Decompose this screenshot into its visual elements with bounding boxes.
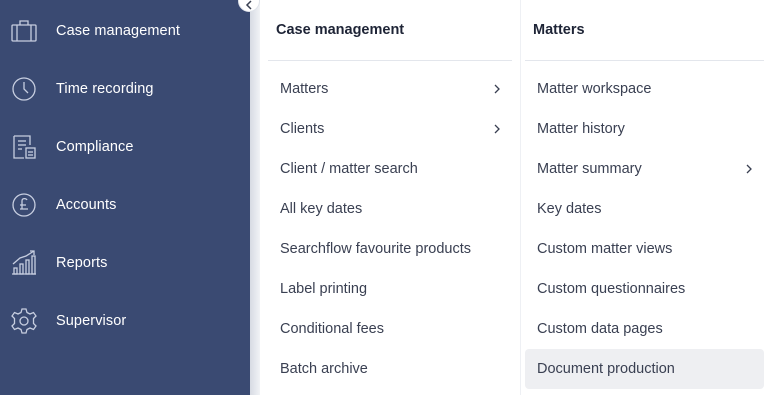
menu-item-label: Matters [280,81,329,97]
menu-item-matter-workspace[interactable]: Matter workspace [525,70,764,108]
case-management-panel: Case management Matters Clients Client /… [260,0,518,395]
nav-item-reports[interactable]: Reports [0,234,250,292]
menu-item-client-matter-search[interactable]: Client / matter search [266,150,510,188]
briefcase-icon [10,17,38,45]
menu-item-label: Client / matter search [280,161,418,177]
nav-label: Case management [56,23,181,39]
bar-chart-icon [10,249,38,277]
panel-title: Case management [276,22,405,38]
menu-item-all-key-dates[interactable]: All key dates [266,190,510,228]
menu-item-searchflow-favourite-products[interactable]: Searchflow favourite products [266,230,510,268]
menu-item-label: Custom data pages [537,321,663,337]
nav-label: Compliance [56,139,134,155]
menu-item-matters[interactable]: Matters [266,70,510,108]
chevron-right-icon [744,164,754,174]
menu-item-label: Custom matter views [537,241,673,257]
chevron-left-icon [245,0,252,10]
menu-item-label: Key dates [537,201,602,217]
panel-title: Matters [533,22,585,38]
nav-label: Time recording [56,81,154,97]
menu-item-label: Label printing [280,281,368,297]
menu-item-label: Matter workspace [537,81,652,97]
menu-item-label: Conditional fees [280,321,384,337]
nav-item-supervisor[interactable]: Supervisor [0,292,250,350]
nav-item-time-recording[interactable]: Time recording [0,60,250,118]
menu-item-matter-history[interactable]: Matter history [525,110,764,148]
menu-item-batch-archive[interactable]: Batch archive [266,350,510,388]
menu-item-label: Document production [537,361,675,377]
menu-item-clients[interactable]: Clients [266,110,510,148]
nav-item-accounts[interactable]: Accounts [0,176,250,234]
menu-item-document-production[interactable]: Document production [525,349,764,389]
menu-item-label: Matter summary [537,161,642,177]
menu-item-matter-summary[interactable]: Matter summary [525,150,764,188]
divider [525,60,764,61]
menu-item-label: Batch archive [280,361,368,377]
main-nav: Case management Time recording Complianc [0,0,250,395]
menu-item-custom-data-pages[interactable]: Custom data pages [525,310,764,348]
pound-icon [10,191,38,219]
menu-item-label: All key dates [280,201,363,217]
gear-icon [10,307,38,335]
menu-item-label: Matter history [537,121,625,137]
menu-item-label: Searchflow favourite products [280,241,472,257]
menu-item-label-printing[interactable]: Label printing [266,270,510,308]
menu-item-key-dates[interactable]: Key dates [525,190,764,228]
menu-item-label: Custom questionnaires [537,281,686,297]
chevron-right-icon [492,84,502,94]
nav-item-compliance[interactable]: Compliance [0,118,250,176]
menu-shadow [250,0,260,395]
divider [268,60,512,61]
nav-label: Accounts [56,197,117,213]
menu-item-conditional-fees[interactable]: Conditional fees [266,310,510,348]
matters-panel: Matters Matter workspace Matter history … [520,0,768,395]
nav-label: Supervisor [56,313,127,329]
chevron-right-icon [492,124,502,134]
nav-label: Reports [56,255,108,271]
menu-item-custom-matter-views[interactable]: Custom matter views [525,230,764,268]
menu-item-label: Clients [280,121,325,137]
menu-item-custom-questionnaires[interactable]: Custom questionnaires [525,270,764,308]
nav-item-case-management[interactable]: Case management [0,2,250,60]
compliance-document-icon [10,133,38,161]
clock-icon [10,75,38,103]
